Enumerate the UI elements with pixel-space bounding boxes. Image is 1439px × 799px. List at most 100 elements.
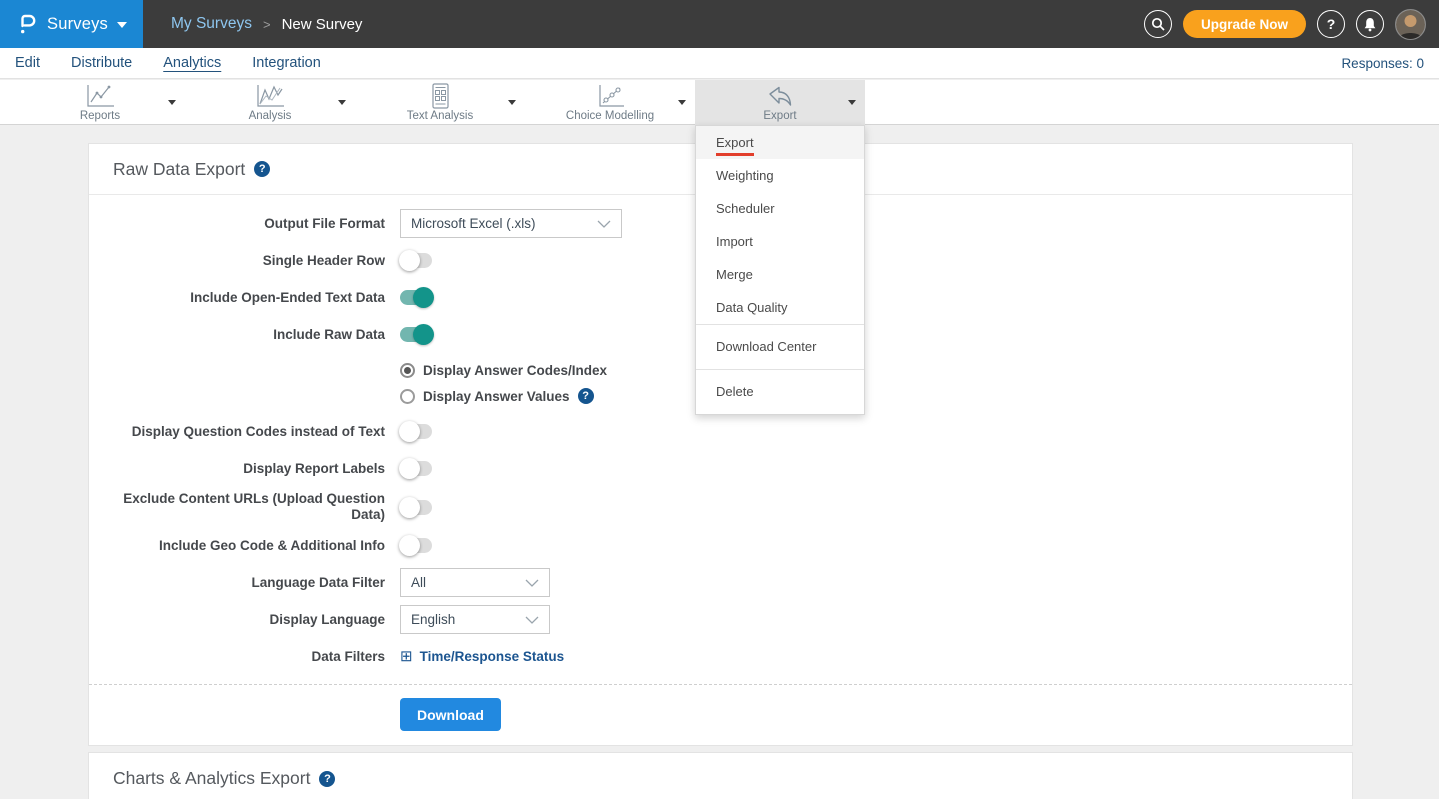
radio-display-answer-codes[interactable]: Display Answer Codes/Index [400, 357, 1352, 383]
field-label: Exclude Content URLs (Upload Question Da… [89, 491, 385, 523]
question-mark-icon: ? [1327, 16, 1336, 32]
reports-chart-icon [84, 83, 116, 109]
menu-item-import[interactable]: Import [696, 225, 864, 258]
tab-integration[interactable]: Integration [252, 55, 321, 71]
help-circle-icon[interactable]: ? [319, 771, 335, 787]
field-label: Include Raw Data [89, 327, 385, 343]
tab-distribute[interactable]: Distribute [71, 55, 132, 71]
help-button[interactable]: ? [1317, 10, 1345, 38]
text-analysis-document-icon [427, 83, 453, 109]
download-row: Download [89, 685, 1352, 745]
menu-item-data-quality[interactable]: Data Quality [696, 291, 864, 324]
display-question-codes-toggle[interactable] [400, 424, 432, 439]
search-icon [1151, 17, 1165, 31]
display-language-select[interactable]: English [400, 605, 550, 634]
field-label: Language Data Filter [89, 575, 385, 591]
include-open-ended-toggle[interactable] [400, 290, 432, 305]
radio-display-answer-values[interactable]: Display Answer Values ? [400, 383, 1352, 409]
output-file-format-select[interactable]: Microsoft Excel (.xls) [400, 209, 622, 238]
responses-count: Responses: 0 [1341, 56, 1424, 71]
row-include-geo-code: Include Geo Code & Additional Info [89, 531, 1352, 560]
questionpro-logo-icon [16, 11, 38, 37]
tab-analytics[interactable]: Analytics [163, 55, 221, 71]
app-switcher[interactable]: Surveys [0, 0, 143, 48]
upgrade-now-button[interactable]: Upgrade Now [1183, 10, 1306, 38]
field-label: Single Header Row [89, 253, 385, 269]
survey-nav: Edit Distribute Analytics Integration Re… [0, 48, 1439, 79]
menu-item-export[interactable]: Export [696, 126, 864, 159]
topbar: Surveys My Surveys > New Survey Upgrade … [0, 0, 1439, 48]
chevron-down-icon [117, 22, 127, 28]
row-language-data-filter: Language Data Filter All [89, 568, 1352, 597]
export-dropdown-menu: Export Weighting Scheduler Import Merge … [695, 125, 865, 415]
menu-item-weighting[interactable]: Weighting [696, 159, 864, 192]
chevron-down-icon [525, 616, 539, 624]
menu-item-scheduler[interactable]: Scheduler [696, 192, 864, 225]
field-label: Include Geo Code & Additional Info [89, 538, 385, 554]
include-geo-code-toggle[interactable] [400, 538, 432, 553]
field-label: Include Open-Ended Text Data [89, 290, 385, 306]
help-circle-icon[interactable]: ? [254, 161, 270, 177]
download-button[interactable]: Download [400, 698, 501, 731]
radio-icon[interactable] [400, 363, 415, 378]
export-share-arrow-icon [765, 83, 795, 109]
exclude-content-urls-toggle[interactable] [400, 500, 432, 515]
menu-item-delete[interactable]: Delete [696, 370, 864, 414]
choice-modelling-dropdown-caret-icon[interactable] [678, 100, 686, 105]
breadcrumb-my-surveys[interactable]: My Surveys [171, 15, 252, 33]
toggle-knob [399, 535, 420, 556]
menu-item-merge[interactable]: Merge [696, 258, 864, 291]
toolbar-text-analysis-label: Text Analysis [407, 110, 473, 122]
topbar-actions: Upgrade Now ? [1144, 9, 1439, 40]
analytics-toolbar: Reports Analysis Text Analysis Choice Mo… [0, 80, 1439, 125]
analysis-dropdown-caret-icon[interactable] [338, 100, 346, 105]
toolbar-text-analysis[interactable]: Text Analysis [355, 80, 525, 125]
field-label: Display Question Codes instead of Text [89, 424, 385, 440]
toggle-knob [413, 287, 434, 308]
toolbar-export[interactable]: Export [695, 80, 865, 125]
radio-icon[interactable] [400, 389, 415, 404]
toolbar-choice-modelling[interactable]: Choice Modelling [525, 80, 695, 125]
analysis-chart-icon [254, 83, 286, 109]
chevron-down-icon [597, 220, 611, 228]
choice-modelling-scatter-icon [594, 83, 626, 109]
toolbar-reports[interactable]: Reports [15, 80, 185, 125]
menu-item-download-center[interactable]: Download Center [696, 325, 864, 369]
row-display-report-labels: Display Report Labels [89, 454, 1352, 483]
avatar[interactable] [1395, 9, 1426, 40]
field-label: Output File Format [89, 216, 385, 232]
single-header-row-toggle[interactable] [400, 253, 432, 268]
chevron-down-icon [525, 579, 539, 587]
breadcrumb-separator: > [263, 17, 271, 32]
time-response-status-link[interactable]: ⊞ Time/Response Status [400, 649, 564, 664]
panel-title: Charts & Analytics Export [113, 768, 310, 789]
toggle-knob [399, 421, 420, 442]
toolbar-analysis-label: Analysis [249, 110, 292, 122]
reports-dropdown-caret-icon[interactable] [168, 100, 176, 105]
brand-label: Surveys [47, 15, 108, 34]
breadcrumb: My Surveys > New Survey [171, 15, 362, 33]
toggle-knob [399, 250, 420, 271]
field-label: Display Report Labels [89, 461, 385, 477]
export-dropdown-caret-icon[interactable] [848, 100, 856, 105]
toolbar-choice-modelling-label: Choice Modelling [566, 110, 654, 122]
toggle-knob [399, 458, 420, 479]
field-label: Data Filters [89, 649, 385, 665]
toolbar-export-label: Export [763, 110, 796, 122]
toggle-knob [413, 324, 434, 345]
language-data-filter-select[interactable]: All [400, 568, 550, 597]
row-exclude-content-urls: Exclude Content URLs (Upload Question Da… [89, 491, 1352, 523]
include-raw-data-toggle[interactable] [400, 327, 432, 342]
row-data-filters: Data Filters ⊞ Time/Response Status [89, 642, 1352, 671]
help-circle-icon[interactable]: ? [578, 388, 594, 404]
search-button[interactable] [1144, 10, 1172, 38]
breadcrumb-current: New Survey [282, 16, 363, 33]
toolbar-analysis[interactable]: Analysis [185, 80, 355, 125]
row-display-question-codes: Display Question Codes instead of Text [89, 417, 1352, 446]
field-label: Display Language [89, 612, 385, 628]
notifications-button[interactable] [1356, 10, 1384, 38]
display-report-labels-toggle[interactable] [400, 461, 432, 476]
toolbar-reports-label: Reports [80, 110, 120, 122]
tab-edit[interactable]: Edit [15, 55, 40, 71]
text-analysis-dropdown-caret-icon[interactable] [508, 100, 516, 105]
